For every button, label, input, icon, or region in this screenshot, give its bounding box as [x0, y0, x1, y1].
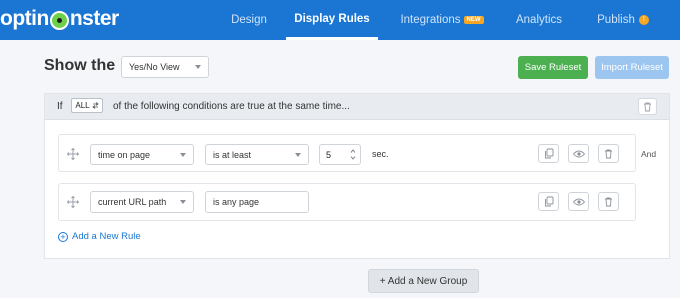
copy-icon	[544, 196, 553, 207]
chevron-down-icon	[180, 200, 186, 204]
eye-icon	[572, 150, 585, 157]
add-rule-label: Add a New Rule	[72, 231, 141, 242]
rule-field-select[interactable]: time on page	[90, 144, 194, 165]
logo-text-start: optin	[0, 7, 49, 30]
if-label: If	[57, 101, 63, 112]
rule-value-stepper[interactable]: 5	[319, 144, 361, 165]
tab-integrations-label: Integrations	[400, 14, 461, 26]
rule-value: 5	[326, 149, 332, 160]
new-badge: NEW	[463, 16, 484, 24]
chevron-down-icon	[195, 65, 201, 69]
eye-icon	[572, 198, 585, 205]
delete-rule-button[interactable]	[598, 144, 619, 163]
delete-rule-button[interactable]	[598, 192, 619, 211]
tab-design-label: Design	[231, 14, 267, 26]
trash-icon	[605, 149, 612, 158]
rule-operator-select[interactable]: is at least	[205, 144, 309, 165]
rule-operator-select[interactable]: is any page	[205, 191, 309, 213]
view-select-value: Yes/No View	[129, 62, 180, 72]
tab-publish[interactable]: Publish !	[588, 0, 658, 40]
add-group-button[interactable]: + Add a New Group	[368, 269, 479, 293]
trash-icon	[644, 102, 651, 111]
tab-design[interactable]: Design	[218, 0, 280, 40]
publish-alert-badge: !	[638, 15, 649, 25]
import-ruleset-button[interactable]: Import Ruleset	[595, 56, 669, 79]
rule-operator-value: is any page	[213, 197, 260, 207]
rule-field-value: current URL path	[98, 197, 167, 207]
copy-icon	[544, 148, 553, 159]
tab-analytics[interactable]: Analytics	[508, 0, 570, 40]
optinmonster-logo[interactable]: optin nster	[0, 4, 119, 34]
trash-icon	[605, 197, 612, 206]
page-title: Show the	[44, 57, 116, 74]
tab-publish-label: Publish	[597, 14, 635, 26]
rule-field-select[interactable]: current URL path	[90, 191, 194, 213]
stepper-arrows-icon[interactable]	[350, 148, 356, 161]
preview-rule-button[interactable]	[568, 192, 589, 211]
rule-unit: sec.	[372, 149, 389, 159]
and-connector: And	[641, 149, 657, 159]
chevron-down-icon	[180, 152, 186, 157]
plus-circle-icon: +	[58, 231, 68, 242]
tab-display-rules[interactable]: Display Rules	[286, 0, 378, 40]
match-mode-value: ALL	[75, 101, 90, 110]
top-nav-bar: optin nster Design Display Rules Integrat…	[0, 0, 680, 40]
tab-analytics-label: Analytics	[515, 14, 563, 26]
delete-group-button[interactable]	[638, 98, 657, 115]
drag-handle-icon[interactable]	[67, 196, 79, 208]
duplicate-rule-button[interactable]	[538, 144, 559, 163]
rule-field-value: time on page	[98, 149, 151, 160]
match-mode-select[interactable]: ALL	[71, 98, 103, 113]
save-ruleset-button[interactable]: Save Ruleset	[518, 56, 588, 79]
rule-operator-value: is at least	[213, 149, 252, 160]
tab-integrations[interactable]: Integrations NEW	[392, 0, 492, 40]
monster-icon	[49, 10, 69, 30]
chevron-down-icon	[295, 152, 301, 157]
logo-text-end: nster	[69, 7, 119, 30]
drag-handle-icon[interactable]	[67, 148, 79, 160]
duplicate-rule-button[interactable]	[538, 192, 559, 211]
tab-display-rules-label: Display Rules	[294, 12, 370, 25]
view-select[interactable]: Yes/No View	[121, 56, 209, 78]
swap-icon	[91, 102, 99, 109]
preview-rule-button[interactable]	[568, 144, 589, 163]
add-rule-link[interactable]: + Add a New Rule	[58, 231, 141, 242]
condition-text: of the following conditions are true at …	[113, 101, 350, 112]
